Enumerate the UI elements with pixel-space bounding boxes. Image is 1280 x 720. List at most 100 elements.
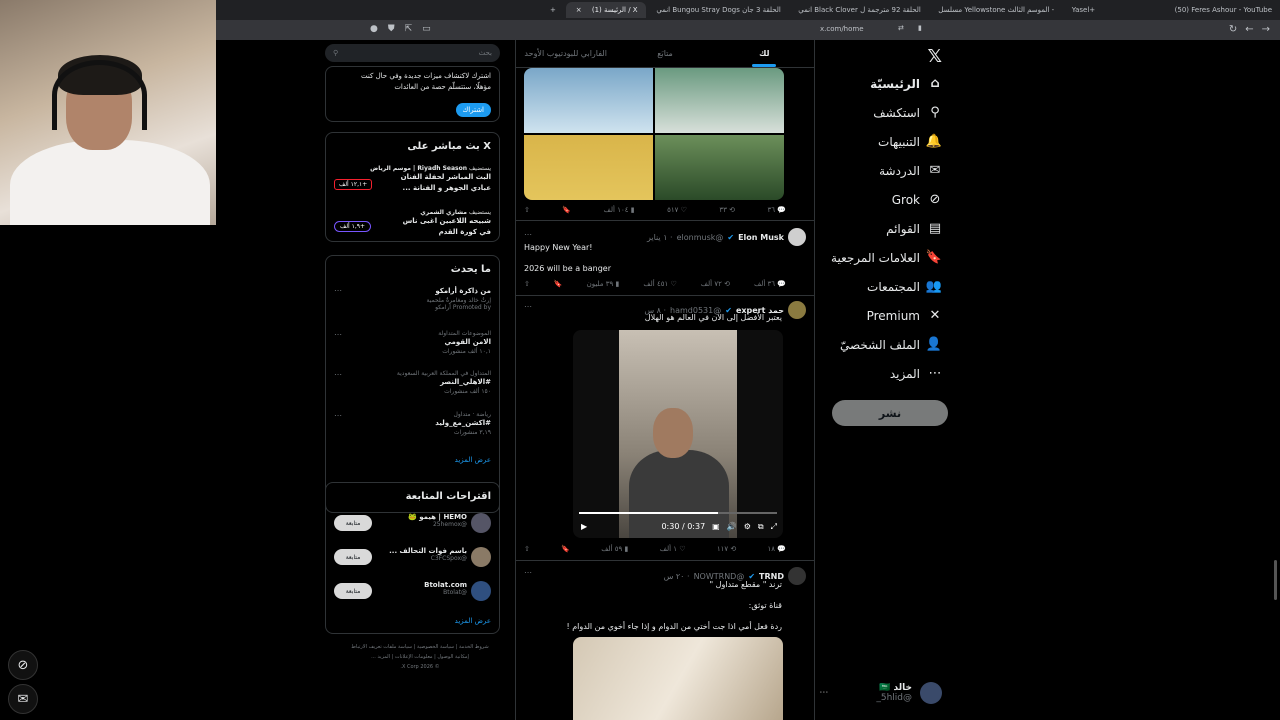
media-image[interactable] — [524, 68, 653, 133]
site-settings-icon[interactable]: ⇄ — [898, 24, 904, 32]
browser-tab-yasel[interactable]: Yasel+ — [1062, 2, 1105, 18]
trend-item[interactable]: الموضوعات المتداولة الامن القومي ١٠,١ أل… — [334, 330, 491, 355]
nav-bookmarks[interactable]: 🔖 العلامات المرجعية — [831, 250, 942, 265]
nav-notifications[interactable]: 🔔 التنبيهات — [878, 134, 942, 149]
avatar[interactable] — [471, 581, 491, 601]
suggestion[interactable]: HEMO | هيمو 🐸 @25hemox — [408, 513, 467, 528]
trend-item[interactable]: رياضة · متداول #اكشن_مع_وليد ٣,١٩ منشورا… — [334, 411, 491, 436]
reply-button[interactable]: 💬 ٣٦ — [768, 206, 786, 214]
account-switcher[interactable]: خالد 🇸🇦 @5hlid_ ⋯ — [819, 682, 942, 704]
nav-profile[interactable]: 👤 الملف الشخصيّ — [840, 337, 942, 352]
forward-icon[interactable]: → — [1262, 24, 1270, 35]
post-button[interactable]: نشر — [832, 400, 948, 426]
browser-tab-bungou[interactable]: انمي Bungou Stray Dogs الحلقة 3 جان — [646, 2, 788, 18]
share-icon[interactable]: ⇱ — [405, 24, 413, 34]
nav-more[interactable]: ⋯ المزيد — [890, 366, 942, 381]
repost-button[interactable]: ⟲ ١١٧ — [717, 545, 736, 553]
reply-button[interactable]: 💬 ١٨ — [768, 545, 786, 553]
video-player[interactable]: ▶ 0:30 / 0:37 ▣ 🔊 ⚙ ⧉ ⤢ — [573, 330, 783, 538]
reply-button[interactable]: 💬 ٣٦ ألف — [754, 280, 786, 288]
like-button[interactable]: ♡ ١ ألف — [660, 545, 686, 553]
more-icon[interactable]: ⋯ — [334, 370, 342, 379]
like-button[interactable]: ♡ ٤٥١ ألف — [643, 280, 676, 288]
more-icon[interactable]: ⋯ — [334, 330, 342, 339]
media-image[interactable] — [655, 68, 784, 133]
tab-pinned-list[interactable]: الفارابي للبودتيوب الأوحد — [516, 40, 615, 67]
scrollbar[interactable] — [1274, 560, 1277, 600]
share-icon[interactable]: ⇧ — [524, 206, 530, 214]
close-icon[interactable]: × — [576, 6, 582, 14]
author-name[interactable]: Elon Musk — [738, 233, 784, 242]
popout-icon[interactable]: ⧉ — [758, 522, 764, 532]
avatar[interactable] — [788, 301, 806, 319]
more-icon[interactable]: ⋯ — [334, 286, 342, 295]
post-media-grid[interactable] — [524, 68, 784, 200]
repost-button[interactable]: ⟲ ٣٣ — [719, 206, 735, 214]
show-more-link[interactable]: عرض المزيد — [334, 456, 491, 464]
nav-lists[interactable]: ▤ القوائم — [886, 221, 942, 236]
share-icon[interactable]: ⇧ — [524, 545, 530, 553]
browser-tab-black-clover[interactable]: انمي Black Clover الحلقة 92 مترجمة ل — [788, 2, 928, 18]
author-handle[interactable]: @elonmusk — [677, 233, 724, 242]
post-time[interactable]: · ١ يناير — [647, 233, 673, 242]
promoted-trend[interactable]: من ذاكرة أرامكو إرثٌ خالد ومغامرةٌ ملحمي… — [334, 286, 491, 311]
bookmark-icon[interactable]: ▮ — [918, 24, 922, 32]
more-icon[interactable]: ⋯ — [819, 688, 828, 698]
video-progress-bar[interactable] — [579, 512, 777, 514]
more-icon[interactable]: ⋯ — [524, 568, 532, 577]
views-button[interactable]: ▮ ١٠٤ ألف — [604, 206, 635, 214]
more-icon[interactable]: ⋯ — [524, 230, 532, 239]
views-button[interactable]: ▮ ٥٩ ألف — [601, 545, 628, 553]
reload-icon[interactable]: ↻ — [1229, 24, 1237, 35]
nav-premium[interactable]: ✕ Premium — [867, 308, 942, 323]
tab-for-you[interactable]: لك — [715, 40, 814, 67]
search-input[interactable]: بحث ⚲ — [325, 44, 500, 62]
browser-tab-yellowstone[interactable]: مسلسل Yellowstone الموسم الثالث - — [928, 2, 1061, 18]
views-button[interactable]: ▮ ٣٩ مليون — [587, 280, 620, 288]
back-icon[interactable]: ← — [1245, 24, 1253, 35]
footer-line[interactable]: شروط الخدمة | سياسة الخصوصية | سياسة ملف… — [345, 642, 495, 652]
follow-button[interactable]: متابعة — [334, 549, 372, 565]
avatar[interactable] — [471, 547, 491, 567]
more-icon[interactable]: ⋯ — [524, 302, 532, 311]
tab-new-button[interactable]: + — [540, 2, 566, 18]
volume-icon[interactable]: 🔊 — [727, 522, 737, 532]
tab-icon[interactable]: ▭ — [422, 24, 431, 34]
more-icon[interactable]: ⋯ — [334, 411, 342, 420]
browser-tab-youtube[interactable]: (50) Feres Ashour - YouTube — [1165, 2, 1280, 18]
nav-chat[interactable]: ✉ الدردشة — [879, 163, 942, 178]
follow-button[interactable]: متابعة — [334, 583, 372, 599]
grok-float-button[interactable]: ⊘ — [8, 650, 38, 680]
nav-grok[interactable]: ⊘ Grok — [892, 192, 942, 207]
follow-button[interactable]: متابعة — [334, 515, 372, 531]
suggestion[interactable]: Btolat.com @Btolat — [424, 581, 467, 596]
avatar[interactable] — [471, 513, 491, 533]
media-image[interactable] — [524, 135, 653, 200]
subscribe-button[interactable]: اشتراك — [455, 103, 491, 117]
bookmark-icon[interactable]: 🔖 — [561, 545, 570, 553]
messages-float-button[interactable]: ✉ — [8, 684, 38, 714]
post-media-image[interactable] — [573, 637, 783, 720]
settings-icon[interactable]: ⚙ — [744, 522, 751, 532]
browser-tab-x-home[interactable]: × (1) الرئيسة / X — [565, 2, 647, 18]
captions-icon[interactable]: ▣ — [712, 522, 720, 532]
post-time[interactable]: · ٢٠ س — [664, 572, 690, 581]
suggestion[interactable]: باسم فوات التحالف ... @C3FCSpox — [389, 547, 467, 562]
nav-communities[interactable]: 👥 المجتمعات — [867, 279, 942, 294]
repost-button[interactable]: ⟲ ٧٢ ألف — [701, 280, 730, 288]
play-icon[interactable]: ▶ — [581, 522, 587, 532]
extension-icon[interactable]: ● — [370, 24, 378, 34]
nav-home[interactable]: ⌂ الرئيسيّة — [870, 76, 942, 91]
shield-icon[interactable]: ⛊ — [388, 24, 395, 34]
bookmark-icon[interactable]: 🔖 — [554, 280, 563, 288]
like-button[interactable]: ♡ ٥١٧ — [667, 206, 687, 214]
x-logo-icon[interactable]: 𝕏 — [927, 46, 942, 67]
tab-following[interactable]: متابَع — [615, 40, 714, 67]
trend-item[interactable]: المتداول في المملكة العربية السعودية #ال… — [334, 370, 491, 395]
nav-explore[interactable]: ⚲ استكشف — [873, 105, 942, 120]
share-icon[interactable]: ⇧ — [524, 280, 530, 288]
media-image[interactable] — [655, 135, 784, 200]
footer-line[interactable]: إمكانية الوصول | معلومات الإعلانات | الم… — [345, 652, 495, 662]
avatar[interactable] — [788, 228, 806, 246]
bookmark-icon[interactable]: 🔖 — [562, 206, 571, 214]
